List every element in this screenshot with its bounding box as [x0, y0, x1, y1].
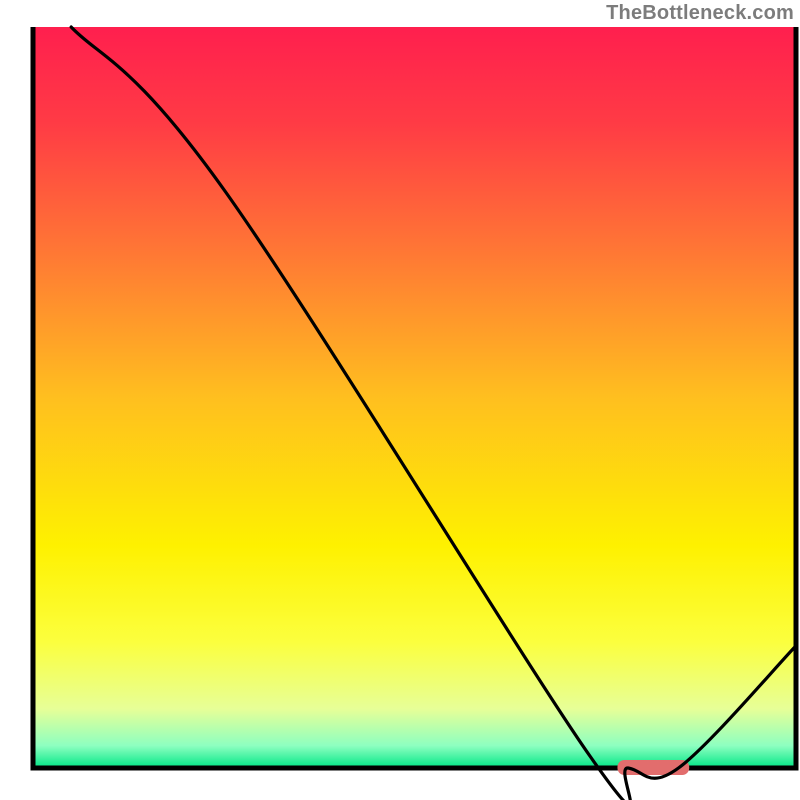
watermark-text: TheBottleneck.com: [606, 2, 794, 25]
plot-background: [33, 27, 796, 768]
bottleneck-chart: [0, 0, 800, 800]
chart-root: TheBottleneck.com: [0, 0, 800, 800]
